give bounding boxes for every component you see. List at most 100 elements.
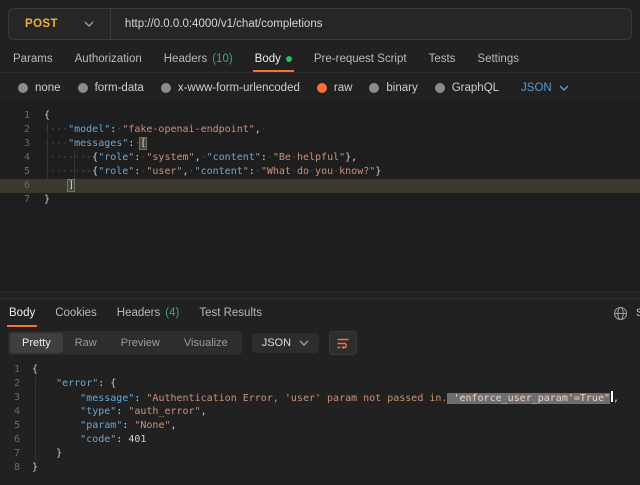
code-line[interactable]: 1{ xyxy=(0,363,640,377)
code-token: : xyxy=(116,434,128,445)
response-tabs: BodyCookiesHeaders(4)Test ResultsS xyxy=(0,299,640,327)
tab-label: Params xyxy=(13,53,53,65)
view-tab-pretty[interactable]: Pretty xyxy=(10,333,63,353)
code-content: { xyxy=(32,363,38,377)
tab-settings[interactable]: Settings xyxy=(477,45,519,72)
response-tab-headers[interactable]: Headers (4) xyxy=(117,299,180,327)
response-tab-cookies[interactable]: Cookies xyxy=(55,299,97,327)
radio-label: GraphQL xyxy=(452,82,499,94)
radio-label: binary xyxy=(386,82,417,94)
body-type-graphql[interactable]: GraphQL xyxy=(435,82,499,94)
response-tab-body[interactable]: Body xyxy=(9,299,35,327)
radio-label: raw xyxy=(334,82,353,94)
code-token: · xyxy=(261,124,267,135)
tab-body[interactable]: Body xyxy=(255,45,292,72)
tab-label: Headers xyxy=(164,53,207,65)
tab-headers[interactable]: Headers (10) xyxy=(164,45,233,72)
body-type-none[interactable]: none xyxy=(18,82,61,94)
body-type-x-www-form-urlencoded[interactable]: x-www-form-urlencoded xyxy=(161,82,300,94)
response-view-row: PrettyRawPreviewVisualize JSON xyxy=(0,327,640,358)
response-tab-test-results[interactable]: Test Results xyxy=(199,299,262,327)
chevron-down-icon xyxy=(84,21,94,27)
tab-label: Authorization xyxy=(75,53,142,65)
tab-label: Tests xyxy=(429,53,456,65)
radio-label: none xyxy=(35,82,61,94)
tab-count: (10) xyxy=(212,53,232,65)
tab-authorization[interactable]: Authorization xyxy=(75,45,142,72)
tab-pre-request-script[interactable]: Pre-request Script xyxy=(314,45,407,72)
code-token: { xyxy=(32,364,38,375)
code-content: "param": "None", xyxy=(32,419,177,433)
code-token: 401 xyxy=(128,434,146,445)
radio-icon xyxy=(78,83,88,93)
tab-label: Headers xyxy=(117,307,160,319)
view-tab-visualize[interactable]: Visualize xyxy=(172,333,240,353)
code-token: : { xyxy=(98,378,116,389)
globe-icon[interactable] xyxy=(613,306,628,321)
code-line[interactable]: 2 "error": { xyxy=(0,377,640,391)
code-token: "system" xyxy=(146,152,194,163)
wrap-lines-button[interactable] xyxy=(329,331,357,355)
code-line[interactable]: 7} xyxy=(0,193,640,207)
code-content: "message": "Authentication Error, 'user'… xyxy=(32,391,619,405)
line-number: 4 xyxy=(0,405,32,419)
tab-tests[interactable]: Tests xyxy=(429,45,456,72)
code-token: "fake-openai-endpoint" xyxy=(122,124,254,135)
code-token: : xyxy=(122,420,134,431)
line-number: 3 xyxy=(0,137,44,151)
code-line[interactable]: 1{ xyxy=(0,109,640,123)
code-line[interactable]: 5········{"role":·"user",·"content":·"Wh… xyxy=(0,165,640,179)
tab-params[interactable]: Params xyxy=(13,45,53,72)
code-token: , xyxy=(201,406,207,417)
code-line[interactable]: 3····"messages":·[ xyxy=(0,137,640,151)
code-token: ········ xyxy=(44,166,92,177)
code-line[interactable]: 6····] xyxy=(0,179,640,193)
body-type-raw[interactable]: raw xyxy=(317,82,353,94)
request-tabs: Params Authorization Headers (10) Body Pre-re… xyxy=(0,45,640,73)
indent-guide xyxy=(35,377,36,461)
code-token: "code" xyxy=(80,434,116,445)
method-selector[interactable]: POST xyxy=(9,9,110,39)
line-number: 6 xyxy=(0,179,44,193)
view-tab-preview[interactable]: Preview xyxy=(109,333,172,353)
code-line[interactable]: 2····"model":·"fake-openai-endpoint",· xyxy=(0,123,640,137)
tab-label: Test Results xyxy=(199,307,262,319)
code-token: "role" xyxy=(98,166,134,177)
code-token: "None" xyxy=(134,420,170,431)
view-tab-raw[interactable]: Raw xyxy=(63,333,109,353)
tab-count: (4) xyxy=(165,307,179,319)
request-url-bar: POST http://0.0.0.0:4000/v1/chat/complet… xyxy=(8,8,632,40)
line-number: 5 xyxy=(0,419,32,433)
body-type-form-data[interactable]: form-data xyxy=(78,82,144,94)
code-token: "param" xyxy=(80,420,122,431)
code-line[interactable]: 4 "type": "auth_error", xyxy=(0,405,640,419)
chevron-down-icon xyxy=(299,340,309,346)
code-token: "model" xyxy=(68,124,110,135)
code-token: "user" xyxy=(146,166,182,177)
radio-icon xyxy=(18,83,28,93)
code-token: } xyxy=(56,448,62,459)
indent-guide xyxy=(47,123,48,193)
code-line[interactable]: 7 } xyxy=(0,447,640,461)
tab-label: Body xyxy=(9,307,35,319)
code-token: do xyxy=(297,166,309,177)
response-format-dropdown[interactable]: JSON xyxy=(252,333,319,353)
code-line[interactable]: 8} xyxy=(0,461,640,475)
code-line[interactable]: 3 "message": "Authentication Error, 'use… xyxy=(0,391,640,405)
code-token: 'enforce_user_param'=True" xyxy=(447,393,610,404)
tab-label: Body xyxy=(255,53,281,65)
request-body-editor[interactable]: 1{2····"model":·"fake-openai-endpoint",·… xyxy=(0,102,640,292)
code-line[interactable]: 5 "param": "None", xyxy=(0,419,640,433)
code-token: "error" xyxy=(56,378,98,389)
code-token: know?" xyxy=(339,166,375,177)
body-type-binary[interactable]: binary xyxy=(369,82,417,94)
request-format-dropdown[interactable]: JSON xyxy=(521,82,569,94)
line-number: 6 xyxy=(0,433,32,447)
code-content: } xyxy=(32,461,38,475)
code-line[interactable]: 4········{"role":·"system",·"content":·"… xyxy=(0,151,640,165)
url-input[interactable]: http://0.0.0.0:4000/v1/chat/completions xyxy=(125,18,323,30)
code-line[interactable]: 6 "code": 401 xyxy=(0,433,640,447)
response-body-editor[interactable]: 1{2 "error": {3 "message": "Authenticati… xyxy=(0,358,640,479)
code-token: [ xyxy=(140,138,146,149)
line-number: 1 xyxy=(0,109,44,123)
